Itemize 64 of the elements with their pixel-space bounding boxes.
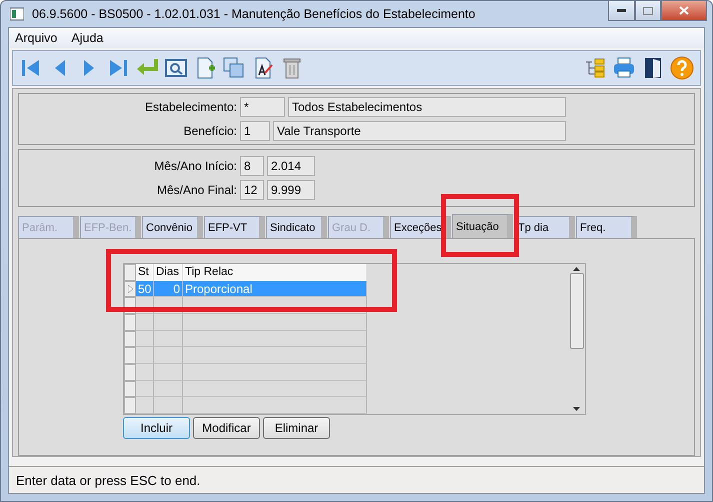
table-cell[interactable] — [183, 397, 367, 414]
minimize-icon — [617, 9, 626, 12]
column-header: St — [136, 264, 154, 281]
table-cell[interactable] — [136, 347, 154, 364]
minimize-button[interactable] — [608, 1, 635, 21]
table-cell[interactable] — [154, 380, 183, 398]
menu-item[interactable]: Ajuda — [71, 31, 104, 45]
scroll-thumb[interactable] — [570, 273, 584, 349]
close-icon — [679, 6, 689, 15]
app-icon — [10, 7, 24, 21]
zoom-icon[interactable] — [164, 56, 188, 80]
table-cell[interactable] — [154, 330, 183, 348]
table-cell[interactable] — [136, 297, 154, 314]
close-button[interactable] — [661, 1, 707, 21]
table-cell[interactable] — [154, 314, 183, 331]
tab[interactable]: Exceções — [390, 216, 451, 238]
action-button[interactable]: Incluir — [123, 417, 190, 439]
tab[interactable]: Sindicato — [266, 216, 327, 238]
table-cell[interactable] — [154, 364, 183, 381]
tab[interactable]: Convênio — [142, 216, 203, 238]
printer-icon[interactable] — [612, 56, 636, 80]
maximize-icon — [643, 6, 653, 14]
year-field[interactable]: 2.014 — [267, 156, 315, 176]
status-text: Enter data or press ESC to end. — [16, 472, 200, 488]
tab[interactable]: Freq. — [576, 216, 637, 238]
code-field[interactable]: 1 — [240, 121, 270, 141]
scroll-up-icon[interactable] — [573, 267, 580, 271]
field-label: Estabelecimento: — [144, 100, 237, 114]
description-field[interactable]: Vale Transporte — [273, 121, 566, 141]
table-cell[interactable] — [183, 347, 367, 364]
table-cell[interactable] — [183, 380, 367, 398]
table-cell[interactable] — [154, 297, 183, 314]
table-cell[interactable] — [154, 397, 183, 414]
tab[interactable]: Situação — [452, 214, 513, 238]
tab[interactable]: EFP-VT — [204, 216, 265, 238]
table-cell[interactable] — [136, 330, 154, 348]
table-cell[interactable] — [183, 364, 367, 381]
column-header: Tip Relac — [183, 264, 367, 281]
table-cell[interactable] — [183, 297, 367, 314]
table-cell[interactable] — [154, 347, 183, 364]
code-field[interactable]: * — [240, 97, 285, 117]
copy-icon[interactable] — [222, 56, 246, 80]
table-cell[interactable] — [183, 314, 367, 331]
table-cell[interactable] — [136, 380, 154, 398]
help-icon[interactable] — [670, 56, 694, 80]
table-cell[interactable] — [136, 314, 154, 331]
month-field[interactable]: 8 — [240, 156, 264, 176]
column-header: Dias — [154, 264, 183, 281]
field-label: Mês/Ano Final: — [156, 183, 237, 197]
month-field[interactable]: 12 — [240, 180, 264, 200]
field-label: Benefício: — [182, 124, 237, 138]
action-button[interactable]: Modificar — [193, 417, 260, 439]
field-label: Mês/Ano Início: — [153, 159, 237, 173]
table-cell[interactable] — [183, 330, 367, 348]
tree-icon[interactable] — [583, 56, 607, 80]
action-button[interactable]: Eliminar — [263, 417, 330, 439]
table-cell[interactable] — [136, 364, 154, 381]
menu-item[interactable]: Arquivo — [15, 31, 58, 45]
year-field[interactable]: 9.999 — [267, 180, 315, 200]
scroll-down-icon[interactable] — [573, 407, 580, 411]
table-cell[interactable] — [136, 397, 154, 414]
window-title: 06.9.5600 - BS0500 - 1.02.01.031 - Manutenção Benefícios do Estabelecimento — [32, 7, 476, 21]
description-field[interactable]: Todos Estabelecimentos — [288, 97, 566, 117]
maximize-button[interactable] — [635, 1, 661, 21]
